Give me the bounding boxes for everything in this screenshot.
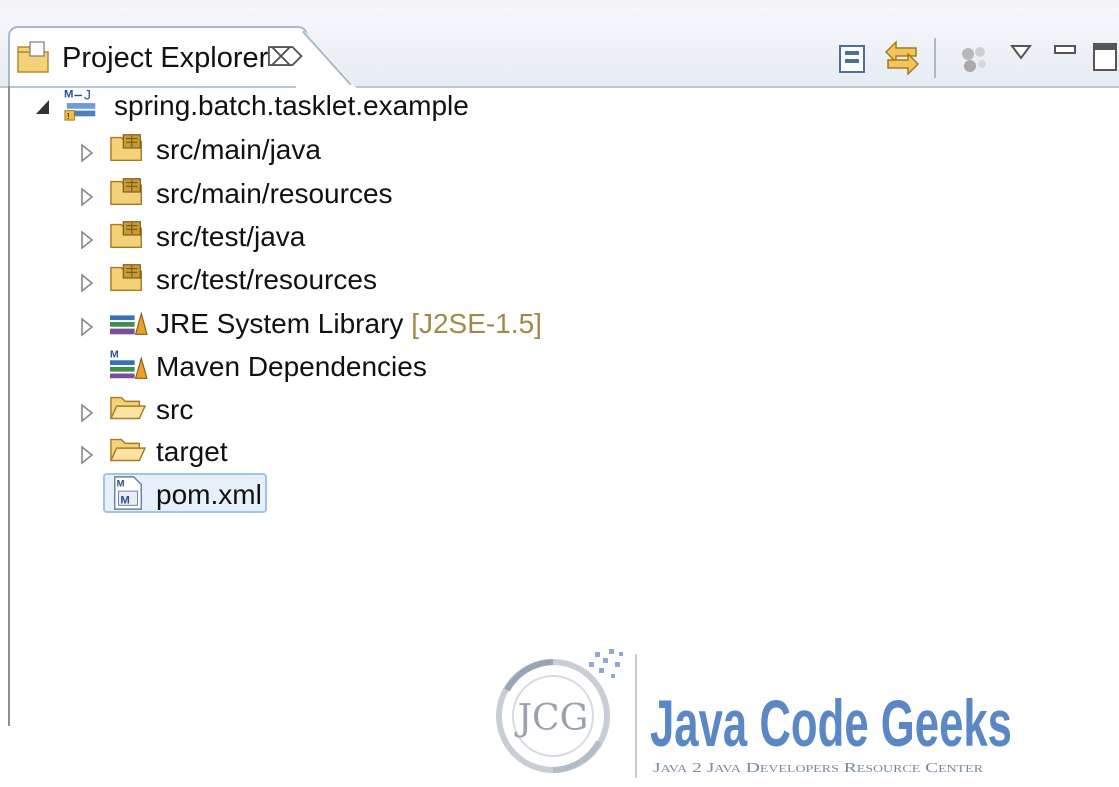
- svg-text:M: M: [120, 494, 129, 506]
- svg-text:!: !: [67, 111, 70, 121]
- tree-item-label: src/main/resources: [156, 178, 393, 209]
- tree-item[interactable]: src: [0, 390, 500, 430]
- project-label: spring.batch.tasklet.example: [114, 90, 469, 121]
- view-tab-bar: Project Explorer ⌦: [0, 8, 1119, 92]
- tree-item-label: src/test/resources: [156, 264, 377, 295]
- folder-icon: [109, 438, 147, 462]
- project-tree: M J ! spring.batch.tasklet.example src/m…: [0, 86, 1119, 626]
- collapse-all-icon[interactable]: [838, 38, 866, 78]
- library-version: [J2SE-1.5]: [411, 308, 542, 339]
- window-top-strip: [0, 0, 1119, 8]
- tree-item[interactable]: src/main/resources: [0, 174, 500, 214]
- minimize-icon[interactable]: [1052, 38, 1080, 78]
- link-with-editor-icon[interactable]: [882, 38, 922, 78]
- filters-icon[interactable]: [956, 38, 992, 78]
- tree-item-label: src: [156, 394, 194, 425]
- library-name: JRE System Library: [156, 308, 404, 339]
- tree-item[interactable]: src/main/java: [0, 130, 500, 170]
- svg-text:M: M: [110, 349, 119, 360]
- logo-tagline: Java 2 Java Developers Resource Center: [653, 761, 983, 776]
- logo-wordmark: Java Code Geeks: [650, 686, 1012, 760]
- folder-icon: [109, 396, 147, 420]
- source-folder-icon: [110, 221, 142, 249]
- expanded-arrow-icon[interactable]: [33, 96, 51, 118]
- tree-item-label: pom.xml: [156, 479, 262, 510]
- toolbar-separator: [934, 38, 936, 78]
- maven-pom-icon: MM: [114, 476, 142, 510]
- tree-item[interactable]: src/test/resources: [0, 260, 500, 300]
- source-folder-icon: [110, 134, 142, 162]
- maximize-icon[interactable]: [1090, 38, 1119, 78]
- tree-item[interactable]: M Maven Dependencies: [0, 347, 500, 387]
- collapsed-arrow-icon[interactable]: [78, 186, 96, 208]
- svg-text:J: J: [84, 87, 91, 103]
- project-explorer-icon: [17, 41, 49, 73]
- maven-java-project-icon: M J !: [64, 87, 96, 121]
- collapsed-arrow-icon[interactable]: [78, 316, 96, 338]
- svg-text:M: M: [64, 88, 73, 100]
- collapsed-arrow-icon[interactable]: [78, 272, 96, 294]
- tree-item-label: src/test/java: [156, 221, 306, 252]
- collapsed-arrow-icon[interactable]: [78, 229, 96, 251]
- view-menu-icon[interactable]: [1010, 38, 1032, 78]
- library-icon: [110, 311, 148, 335]
- tree-item-selected[interactable]: MM pom.xml: [0, 475, 500, 515]
- view-title: Project Explorer: [62, 42, 269, 74]
- tree-item-project[interactable]: M J ! spring.batch.tasklet.example: [0, 86, 500, 126]
- tree-item[interactable]: target: [0, 432, 500, 472]
- tree-item-label: target: [156, 436, 228, 467]
- tree-item-label: src/main/java: [156, 134, 321, 165]
- tree-item[interactable]: JRE System Library [J2SE-1.5]: [0, 304, 560, 344]
- tree-item-label: Maven Dependencies: [156, 351, 427, 382]
- source-folder-icon: [110, 178, 142, 206]
- tree-item-label: JRE System Library [J2SE-1.5]: [156, 306, 542, 342]
- maven-library-icon: M: [110, 349, 148, 379]
- collapsed-arrow-icon[interactable]: [78, 444, 96, 466]
- tree-item[interactable]: src/test/java: [0, 217, 500, 257]
- svg-text:M: M: [117, 478, 125, 489]
- collapsed-arrow-icon[interactable]: [78, 142, 96, 164]
- logo-monogram: JCG: [514, 698, 589, 739]
- source-folder-icon: [110, 264, 142, 292]
- collapsed-arrow-icon[interactable]: [78, 402, 96, 424]
- close-view-button[interactable]: ⌦: [266, 42, 303, 73]
- java-code-geeks-logo: JCG Java Code Geeks Java 2 Java Develope…: [496, 649, 1012, 778]
